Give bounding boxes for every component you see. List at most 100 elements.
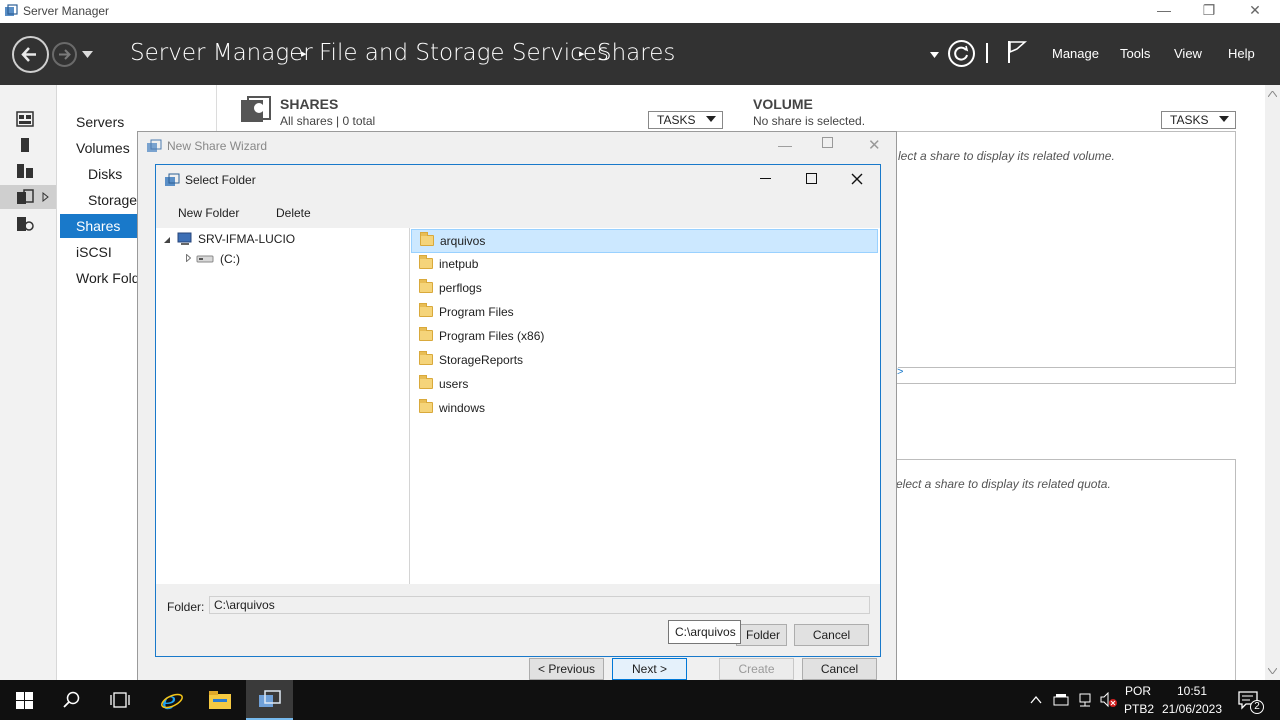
quota-hint: elect a share to display its related quo… xyxy=(896,477,1111,491)
folder-path-field[interactable]: C:\arquivos xyxy=(209,596,870,614)
dialog-toolbar: New Folder Delete xyxy=(156,200,880,228)
language-code[interactable]: POR xyxy=(1124,684,1152,698)
select-folder-button[interactable]: Folder xyxy=(736,624,787,646)
search-icon[interactable] xyxy=(62,691,80,709)
restore-button[interactable]: ❐ xyxy=(1186,2,1232,22)
folder-tree: SRV-IFMA-LUCIO (C:) xyxy=(156,228,410,584)
minimize-button[interactable]: — xyxy=(1141,2,1187,22)
back-button[interactable] xyxy=(12,36,49,73)
volume-muted-icon[interactable] xyxy=(1100,692,1118,708)
list-item[interactable]: Program Files (x86) xyxy=(411,325,878,349)
dialog-close-button[interactable] xyxy=(851,173,863,185)
wizard-cancel-button[interactable]: Cancel xyxy=(802,658,877,680)
internet-explorer-icon[interactable]: e xyxy=(160,688,184,712)
volume-hint: lect a share to display its related volu… xyxy=(898,149,1115,163)
forward-button[interactable] xyxy=(52,42,77,67)
scrollbar[interactable] xyxy=(1265,85,1280,680)
previous-button[interactable]: < Previous xyxy=(529,658,604,680)
all-servers-icon[interactable] xyxy=(16,163,34,179)
window-title: Server Manager xyxy=(23,4,110,18)
drive-icon xyxy=(196,255,214,263)
dialog-title: Select Folder xyxy=(185,173,256,187)
folder-icon xyxy=(419,399,433,413)
windows-start-icon[interactable] xyxy=(16,692,33,709)
breadcrumb-separator: ▸ xyxy=(301,48,307,60)
tree-item-computer[interactable]: SRV-IFMA-LUCIO xyxy=(198,232,295,246)
wizard-title: New Share Wizard xyxy=(167,139,268,153)
network-icon[interactable] xyxy=(1077,693,1093,707)
new-folder-button[interactable]: New Folder xyxy=(178,206,239,220)
folder-list: arquivos inetpub perflogs Program Files … xyxy=(410,228,880,584)
volume-link[interactable]: > xyxy=(897,366,903,378)
tray-keyboard-icon[interactable] xyxy=(1053,693,1069,707)
folder-name: StorageReports xyxy=(439,353,524,367)
volume-divider xyxy=(898,367,1236,368)
expand-arrow-icon[interactable] xyxy=(186,254,191,262)
menu-help[interactable]: Help xyxy=(1228,46,1255,61)
breadcrumb-server-manager[interactable]: Server Manager xyxy=(130,40,313,66)
taskbar-server-manager[interactable] xyxy=(246,680,293,720)
wizard-close-button[interactable]: ✕ xyxy=(868,136,881,154)
refresh-icon xyxy=(954,45,969,61)
shares-title: SHARES xyxy=(280,96,339,112)
rail-item-file-storage[interactable] xyxy=(0,185,56,209)
volume-subtitle: No share is selected. xyxy=(753,114,866,128)
dialog-maximize-button[interactable] xyxy=(806,173,817,184)
wizard-maximize-button[interactable] xyxy=(822,137,833,148)
tree-item-drive[interactable]: (C:) xyxy=(220,252,240,266)
folder-icon xyxy=(419,375,433,389)
scroll-down-icon[interactable] xyxy=(1268,668,1277,674)
keyboard-layout[interactable]: PTB2 xyxy=(1124,702,1154,716)
header-bar: Server Manager ▸ File and Storage Servic… xyxy=(0,23,1280,85)
dialog-cancel-button[interactable]: Cancel xyxy=(794,624,869,646)
list-item[interactable]: StorageReports xyxy=(411,349,878,373)
local-server-icon[interactable] xyxy=(16,137,34,153)
refresh-button[interactable] xyxy=(948,40,975,67)
list-item[interactable]: inetpub xyxy=(411,253,878,277)
breadcrumb-file-storage[interactable]: File and Storage Services xyxy=(319,40,609,66)
volume-title: VOLUME xyxy=(753,96,813,112)
computer-icon xyxy=(177,232,192,245)
server-manager-icon xyxy=(259,690,281,707)
notification-badge: 2 xyxy=(1250,700,1264,714)
task-view-icon[interactable] xyxy=(110,692,130,708)
folder-name: users xyxy=(439,377,469,391)
iis-icon[interactable] xyxy=(16,216,34,232)
wizard-minimize-button[interactable]: — xyxy=(778,137,792,153)
menu-tools[interactable]: Tools xyxy=(1120,46,1150,61)
close-button[interactable]: ✕ xyxy=(1232,2,1278,22)
header-divider xyxy=(986,43,988,63)
next-button[interactable]: Next > xyxy=(612,658,687,680)
dashboard-icon[interactable] xyxy=(16,111,34,127)
breadcrumb-shares: Shares xyxy=(597,40,676,66)
shares-tasks-button[interactable]: TASKS xyxy=(648,111,723,129)
notifications-dropdown-icon[interactable] xyxy=(930,52,939,58)
chevron-down-icon xyxy=(1219,116,1229,122)
list-item[interactable]: users xyxy=(411,373,878,397)
shares-icon xyxy=(241,96,271,122)
select-folder-dialog: Select Folder New Folder Delete SRV-IFMA… xyxy=(155,164,881,657)
menu-view[interactable]: View xyxy=(1174,46,1202,61)
flag-icon[interactable] xyxy=(1007,39,1027,65)
dialog-minimize-button[interactable] xyxy=(760,178,771,179)
collapse-arrow-icon[interactable] xyxy=(164,237,171,244)
list-item[interactable]: perflogs xyxy=(411,277,878,301)
shares-subtitle: All shares | 0 total xyxy=(280,114,376,128)
folder-name: inetpub xyxy=(439,257,479,271)
scroll-up-icon[interactable] xyxy=(1268,91,1277,97)
file-explorer-icon[interactable] xyxy=(208,690,232,710)
arrow-left-icon xyxy=(21,47,36,62)
create-button[interactable]: Create xyxy=(719,658,794,680)
history-dropdown-icon[interactable] xyxy=(82,51,93,59)
list-item[interactable]: Program Files xyxy=(411,301,878,325)
show-hidden-icons[interactable] xyxy=(1030,696,1042,704)
list-item[interactable]: arquivos xyxy=(411,229,878,253)
list-item[interactable]: windows xyxy=(411,397,878,421)
clock-time[interactable]: 10:51 xyxy=(1160,684,1224,698)
menu-manage[interactable]: Manage xyxy=(1052,46,1099,61)
dialog-icon xyxy=(165,173,180,186)
delete-button[interactable]: Delete xyxy=(276,206,311,220)
icon-rail xyxy=(0,85,57,680)
volume-tasks-button[interactable]: TASKS xyxy=(1161,111,1236,129)
clock-date[interactable]: 21/06/2023 xyxy=(1160,702,1224,716)
